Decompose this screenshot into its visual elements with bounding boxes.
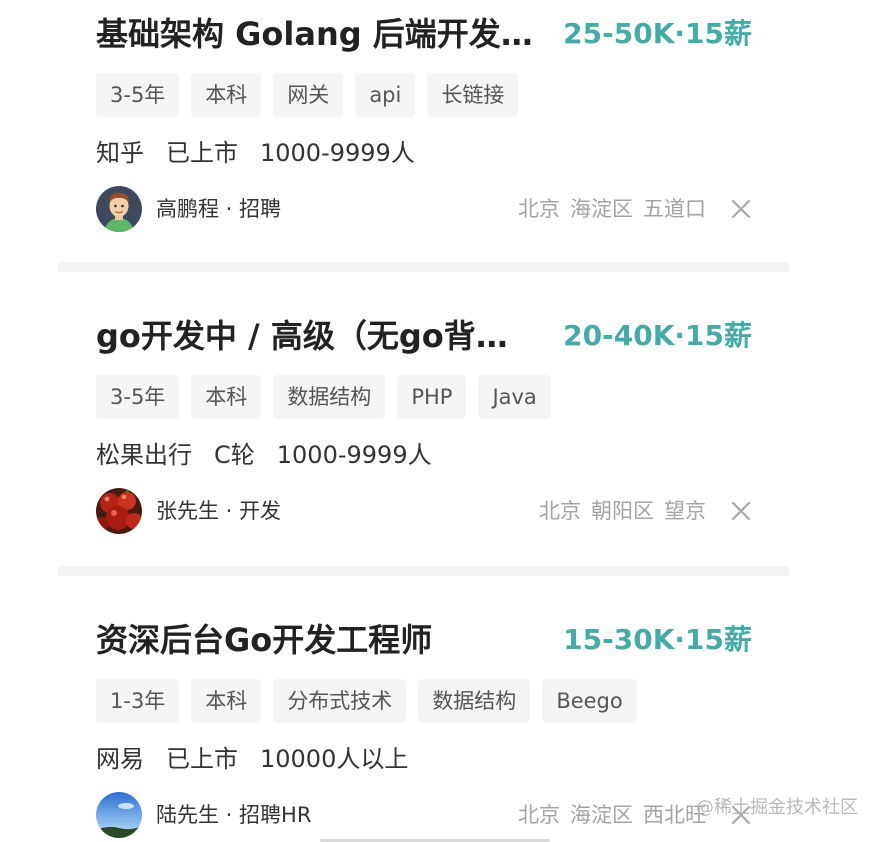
section-divider xyxy=(58,566,789,576)
job-card[interactable]: 基础架构 Golang 后端开发… 25-50K·15薪 3-5年 本科 网关 … xyxy=(96,12,752,232)
job-title[interactable]: 基础架构 Golang 后端开发… xyxy=(96,12,533,56)
company-stage: 已上市 xyxy=(166,139,238,167)
job-tag: 本科 xyxy=(191,679,262,723)
location-district: 朝阳区 xyxy=(591,499,654,523)
company-info: 知乎 已上市 1000-9999人 xyxy=(96,135,415,171)
company-info: 网易 已上市 10000人以上 xyxy=(96,741,408,777)
close-icon[interactable] xyxy=(730,500,752,522)
job-tag: 数据结构 xyxy=(418,679,531,723)
job-salary: 20-40K·15薪 xyxy=(563,319,752,352)
recruiter-avatar xyxy=(96,792,142,838)
recruiter-avatar xyxy=(96,186,142,232)
job-tag: 网关 xyxy=(273,73,344,117)
job-title-row: go开发中 / 高级（无go背… 20-40K·15薪 xyxy=(96,314,752,358)
job-title-row: 资深后台Go开发工程师 15-30K·15薪 xyxy=(96,618,752,662)
recruiter-row: 高鹏程 · 招聘 北京 海淀区 五道口 xyxy=(96,186,752,232)
cartoon-man-avatar-icon xyxy=(96,186,142,232)
watermark: @稀土掘金技术社区 xyxy=(696,797,858,818)
job-location: 北京 朝阳区 望京 xyxy=(539,488,706,534)
recruiter-row: 张先生 · 开发 北京 朝阳区 望京 xyxy=(96,488,752,534)
job-title[interactable]: 资深后台Go开发工程师 xyxy=(96,618,432,662)
company-info: 松果出行 C轮 1000-9999人 xyxy=(96,437,432,473)
job-salary: 25-50K·15薪 xyxy=(563,17,752,50)
location-city: 北京 xyxy=(539,499,581,523)
recruiter-name: 张先生 · 开发 xyxy=(156,499,282,523)
company-stage: C轮 xyxy=(214,441,255,469)
location-area: 五道口 xyxy=(643,197,706,221)
recruiter-name: 陆先生 · 招聘HR xyxy=(156,803,312,827)
job-tag: api xyxy=(355,73,416,117)
job-list: 基础架构 Golang 后端开发… 25-50K·15薪 3-5年 本科 网关 … xyxy=(0,0,880,842)
location-district: 海淀区 xyxy=(570,803,633,827)
location-district: 海淀区 xyxy=(570,197,633,221)
location-area: 望京 xyxy=(664,499,706,523)
job-tag: 本科 xyxy=(191,73,262,117)
section-divider xyxy=(58,262,789,272)
job-tag: 1-3年 xyxy=(96,679,180,723)
job-location: 北京 海淀区 五道口 xyxy=(518,186,706,232)
recruiter-avatar xyxy=(96,488,142,534)
job-tag: 分布式技术 xyxy=(273,679,407,723)
job-tag: 3-5年 xyxy=(96,73,180,117)
blue-sky-avatar-icon xyxy=(96,792,142,838)
job-title[interactable]: go开发中 / 高级（无go背… xyxy=(96,314,508,358)
company-size: 1000-9999人 xyxy=(276,441,432,469)
job-tag: 3-5年 xyxy=(96,375,180,419)
recruiter-name: 高鹏程 · 招聘 xyxy=(156,197,282,221)
tag-list: 1-3年 本科 分布式技术 数据结构 Beego xyxy=(96,679,637,723)
tag-list: 3-5年 本科 网关 api 长链接 xyxy=(96,73,519,117)
job-tag: 长链接 xyxy=(427,73,519,117)
close-icon[interactable] xyxy=(730,198,752,220)
location-city: 北京 xyxy=(518,803,560,827)
company-size: 10000人以上 xyxy=(260,745,409,773)
job-salary: 15-30K·15薪 xyxy=(563,623,752,656)
company-name: 知乎 xyxy=(96,139,144,167)
job-card[interactable]: 资深后台Go开发工程师 15-30K·15薪 1-3年 本科 分布式技术 数据结… xyxy=(96,618,752,838)
recruiter-row: 陆先生 · 招聘HR 北京 海淀区 西北旺 xyxy=(96,792,752,838)
job-title-row: 基础架构 Golang 后端开发… 25-50K·15薪 xyxy=(96,12,752,56)
company-stage: 已上市 xyxy=(166,745,238,773)
job-tag: Beego xyxy=(542,679,637,723)
job-tag: Java xyxy=(478,375,551,419)
job-tag: 本科 xyxy=(191,375,262,419)
company-size: 1000-9999人 xyxy=(260,139,415,167)
job-card[interactable]: go开发中 / 高级（无go背… 20-40K·15薪 3-5年 本科 数据结构… xyxy=(96,314,752,534)
location-city: 北京 xyxy=(518,197,560,221)
company-name: 网易 xyxy=(96,745,144,773)
red-fruit-avatar-icon xyxy=(96,488,142,534)
tag-list: 3-5年 本科 数据结构 PHP Java xyxy=(96,375,551,419)
job-tag: 数据结构 xyxy=(273,375,386,419)
job-location: 北京 海淀区 西北旺 xyxy=(518,792,706,838)
job-tag: PHP xyxy=(397,375,467,419)
company-name: 松果出行 xyxy=(96,441,192,469)
